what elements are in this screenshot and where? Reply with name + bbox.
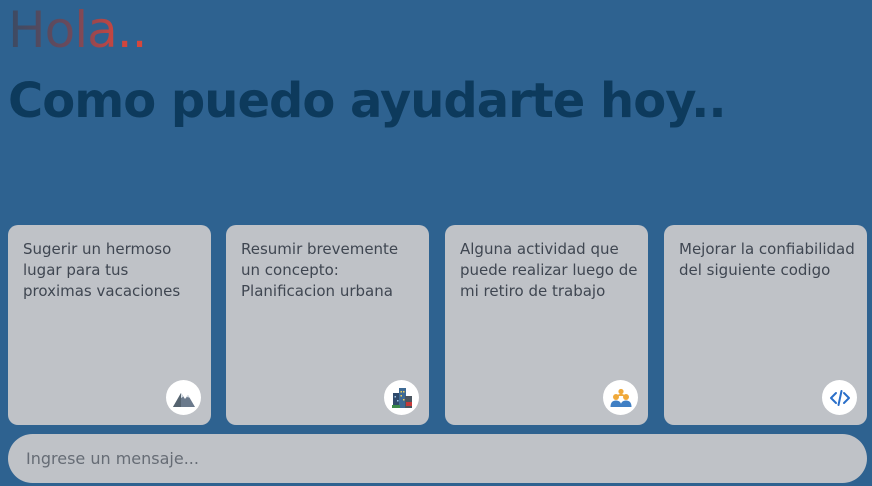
suggestion-card-text: Mejorar la confiabilidad del siguiente c… <box>679 240 855 279</box>
city-buildings-icon <box>384 380 419 415</box>
suggestion-card-vacation[interactable]: Sugerir un hermoso lugar para tus proxim… <box>8 225 211 425</box>
suggestion-card-urban-planning[interactable]: Resumir brevemente un concepto: Planific… <box>226 225 429 425</box>
mountain-icon <box>166 380 201 415</box>
suggestion-card-code[interactable]: Mejorar la confiabilidad del siguiente c… <box>664 225 867 425</box>
code-icon <box>822 380 857 415</box>
message-input[interactable] <box>8 434 867 483</box>
greeting-title: Hola.. <box>8 1 148 59</box>
suggestion-card-text: Sugerir un hermoso lugar para tus proxim… <box>23 240 181 300</box>
suggestion-card-text: Alguna actividad que puede realizar lueg… <box>460 240 638 300</box>
suggestion-card-text: Resumir brevemente un concepto: Planific… <box>241 240 399 300</box>
headline-title: Como puedo ayudarte hoy.. <box>8 73 727 129</box>
people-icon <box>603 380 638 415</box>
message-bar <box>8 434 867 483</box>
suggestion-cards: Sugerir un hermoso lugar para tus proxim… <box>8 225 868 425</box>
suggestion-card-retirement[interactable]: Alguna actividad que puede realizar lueg… <box>445 225 648 425</box>
